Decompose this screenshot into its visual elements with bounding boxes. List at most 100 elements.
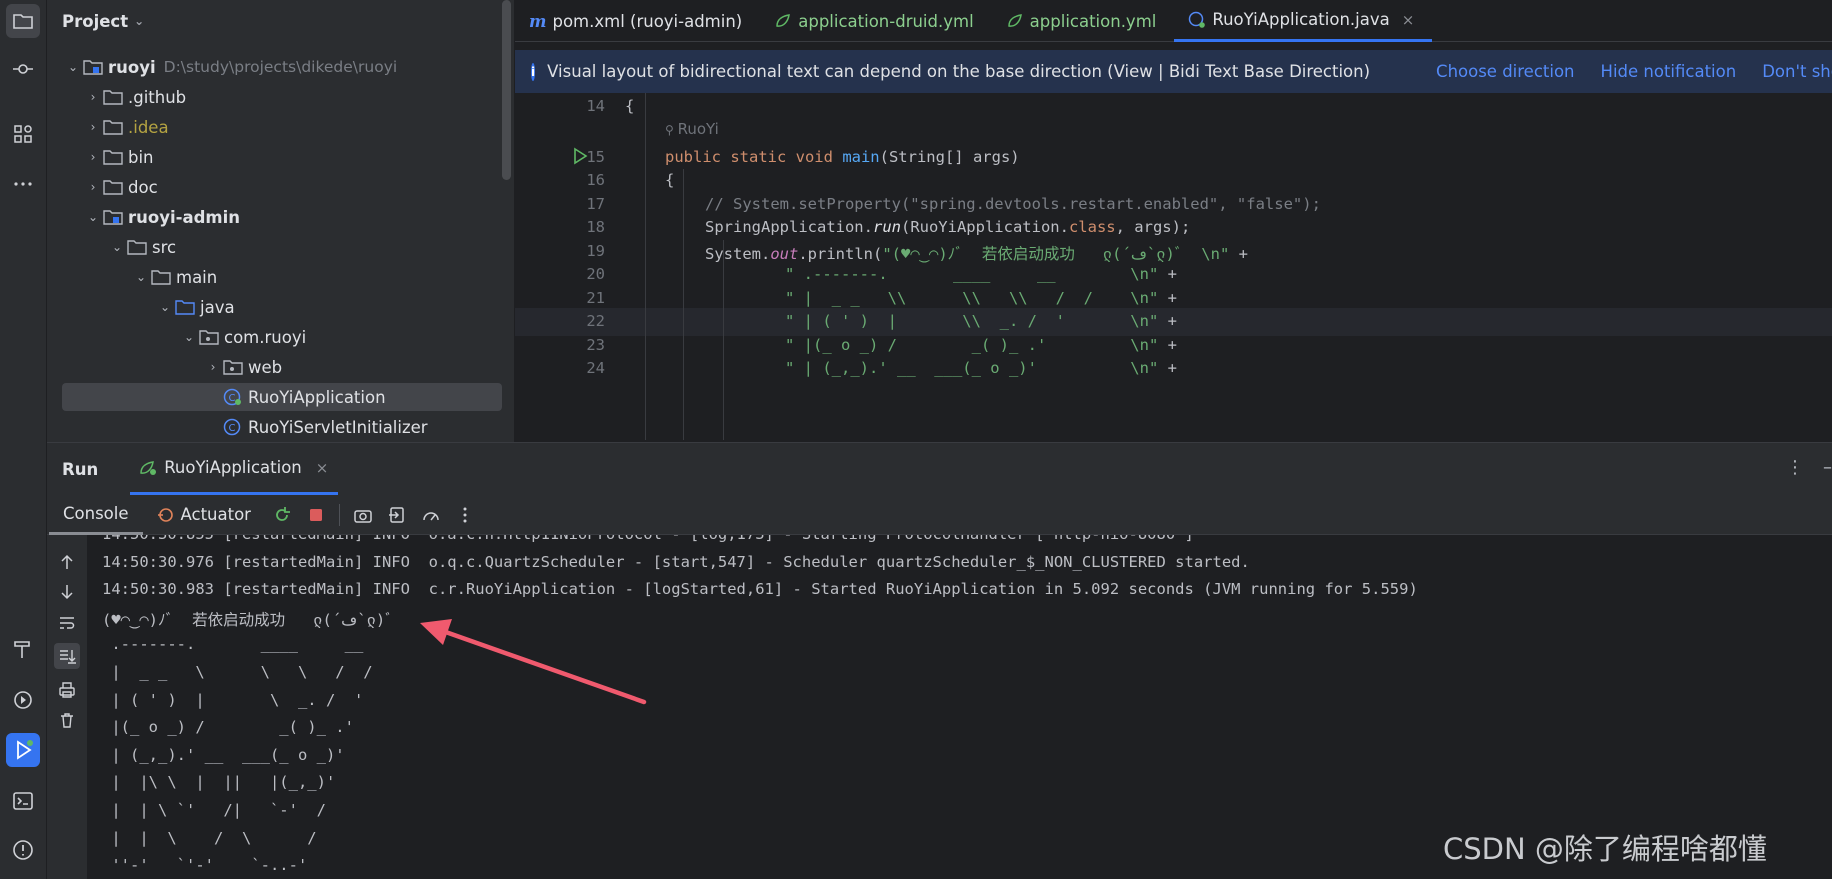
tab-label: application-druid.yml	[798, 11, 974, 31]
exit-icon	[388, 506, 404, 523]
tree-item-label: web	[248, 357, 283, 377]
run-tool-button[interactable]	[6, 733, 40, 767]
info-icon: i	[531, 62, 536, 81]
package-icon	[199, 328, 221, 346]
project-panel-header[interactable]: Project ⌄	[47, 0, 514, 42]
soft-wrap-button[interactable]	[54, 610, 80, 636]
scroll-to-end-button[interactable]	[54, 643, 80, 669]
code-text: // System.setProperty("spring.devtools.r…	[705, 195, 1321, 213]
profiler-button[interactable]	[420, 504, 442, 526]
structure-icon	[14, 125, 32, 143]
stop-icon	[309, 508, 322, 521]
code-line[interactable]: 14 {	[515, 93, 1832, 121]
tree-item-java[interactable]: ⌄ java	[47, 293, 507, 321]
code-line[interactable]: 24 " | (_,_).' __ ___(_ o _)' \n" +	[515, 355, 1832, 383]
tab-pom-xml[interactable]: m pom.xml (ruoyi-admin)	[515, 0, 760, 42]
code-editor[interactable]: 14 {15 public static void main(String[] ar…	[515, 93, 1832, 440]
author-inlay-hint[interactable]: ⚲ RuoYi	[665, 120, 719, 138]
line-number: 22	[586, 312, 605, 330]
hide-panel-icon[interactable]: –	[1823, 457, 1832, 478]
tab-application-yml[interactable]: application.yml	[992, 0, 1175, 42]
scroll-down-button[interactable]	[54, 579, 80, 605]
chevron-down-icon: ⌄	[159, 300, 171, 314]
chevron-down-icon: ⌄	[134, 14, 145, 28]
problems-icon	[13, 840, 33, 860]
commit-tool-button[interactable]	[6, 52, 40, 86]
line-number: 15	[586, 148, 605, 166]
console-line: | | \ `' /| `-' /	[102, 801, 326, 819]
terminal-tool-button[interactable]	[6, 784, 40, 818]
run-title: Run	[62, 459, 99, 479]
tab-ruoyiapplication-java[interactable]: RuoYiApplication.java ×	[1174, 0, 1433, 42]
console-line: 14:50:30.855 [restartedMain] INFO o.a.c.…	[102, 535, 1194, 543]
tree-item-ruoyi[interactable]: ⌄ ruoyi D:\study\projects\dikede\ruoyi	[47, 53, 507, 81]
print-button[interactable]	[54, 677, 80, 703]
tree-item-label: main	[176, 267, 218, 287]
stop-button[interactable]	[305, 504, 327, 526]
tree-item-label: .github	[128, 87, 187, 107]
hide-notification-link[interactable]: Hide notification	[1601, 62, 1737, 81]
more-vertical-icon[interactable]: ⋮	[1786, 457, 1804, 478]
line-number: 16	[586, 171, 605, 189]
tree-item-main[interactable]: ⌄ main	[47, 263, 507, 291]
run-config-tab[interactable]: RuoYiApplication ×	[130, 443, 339, 495]
tree-item-src[interactable]: ⌄ src	[47, 233, 507, 261]
more-vertical-icon	[463, 507, 467, 522]
tab-console[interactable]: Console	[49, 495, 143, 535]
folder-icon	[103, 118, 125, 136]
dump-threads-button[interactable]	[352, 504, 374, 526]
tab-label: application.yml	[1029, 11, 1157, 31]
tree-item-ruoyi-admin[interactable]: ⌄ ruoyi-admin	[47, 203, 507, 231]
tab-actuator[interactable]: Actuator	[143, 495, 265, 535]
line-number: 23	[586, 336, 605, 354]
problems-tool-button[interactable]	[6, 833, 40, 867]
chevron-down-icon: ⌄	[135, 270, 147, 284]
spring-boot-run-icon	[140, 460, 157, 475]
build-tool-button[interactable]	[6, 632, 40, 666]
tree-item-idea[interactable]: › .idea	[47, 113, 507, 141]
more-tools-button[interactable]	[6, 167, 40, 201]
actuator-tab-label: Actuator	[180, 505, 251, 524]
trash-icon	[61, 713, 73, 728]
tree-item-doc[interactable]: › doc	[47, 173, 507, 201]
run-header: Run RuoYiApplication × ⋮ –	[47, 443, 1832, 495]
choose-direction-link[interactable]: Choose direction	[1436, 62, 1574, 81]
tree-item-path: D:\study\projects\dikede\ruoyi	[163, 58, 398, 76]
scroll-up-button[interactable]	[54, 549, 80, 575]
project-tool-button[interactable]	[6, 4, 40, 38]
printer-icon	[59, 682, 75, 698]
tree-item-label: .idea	[128, 117, 169, 137]
close-icon[interactable]: ×	[1402, 11, 1415, 29]
tree-item-label: RuoYiApplication	[248, 387, 386, 407]
tree-item-web[interactable]: › web	[47, 353, 507, 381]
author-hint-text: RuoYi	[677, 120, 719, 138]
run-gutter-icon[interactable]	[571, 147, 589, 165]
tab-application-druid-yml[interactable]: application-druid.yml	[760, 0, 991, 42]
tree-item-label: ruoyi	[108, 57, 156, 77]
run-config-label: RuoYiApplication	[164, 458, 302, 477]
dont-show-again-link[interactable]: Don't show aga	[1762, 62, 1832, 81]
notification-message: Visual layout of bidirectional text can …	[547, 62, 1371, 81]
folder-icon	[103, 148, 125, 166]
run-toolbar: Console Actuator	[47, 495, 1832, 535]
scroll-to-end-icon	[60, 650, 76, 664]
tree-item-label: com.ruoyi	[224, 327, 307, 347]
tree-item-github[interactable]: › .github	[47, 83, 507, 111]
rerun-button[interactable]	[271, 504, 293, 526]
tree-item-com-ruoyi[interactable]: ⌄ com.ruoyi	[47, 323, 507, 351]
services-tool-button[interactable]	[6, 683, 40, 717]
more-actions-button[interactable]	[454, 504, 476, 526]
console-side-toolbar	[47, 535, 87, 879]
actuator-icon	[157, 507, 173, 522]
clear-console-button[interactable]	[54, 707, 80, 733]
tree-item-bin[interactable]: › bin	[47, 143, 507, 171]
exit-button[interactable]	[386, 504, 408, 526]
tree-item-label: doc	[128, 177, 158, 197]
structure-tool-button[interactable]	[6, 117, 40, 151]
java-class-icon: C	[223, 418, 245, 436]
close-icon[interactable]: ×	[316, 459, 329, 477]
tree-item-ruoyiservletinitializer[interactable]: C RuoYiServletInitializer	[47, 413, 507, 441]
svg-text:C: C	[229, 423, 236, 434]
tree-item-ruoyiapplication[interactable]: C RuoYiApplication	[62, 383, 502, 411]
chevron-right-icon: ›	[210, 360, 216, 374]
